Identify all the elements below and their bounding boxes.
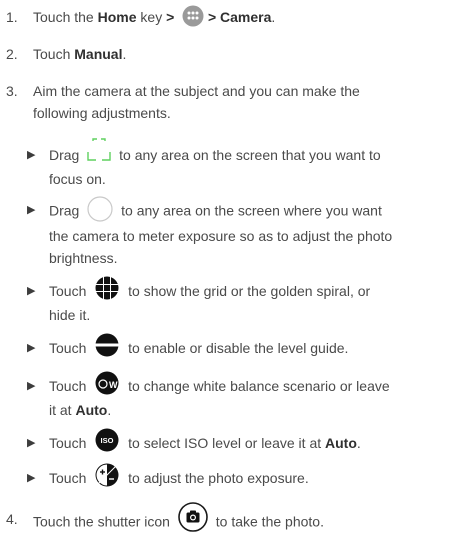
bullet-text: Touch to enable or disable the level gui… <box>49 333 455 361</box>
text-run: key <box>136 9 167 25</box>
camera-path-label: > Camera <box>204 9 272 25</box>
apps-grid-icon <box>182 5 204 27</box>
text-run: to any area on the screen that you want … <box>119 147 381 163</box>
step-number: 4. <box>6 511 18 527</box>
auto-label: Auto <box>325 435 357 451</box>
step-number: 2. <box>6 46 18 62</box>
text-run: to enable or disable the level guide. <box>128 340 349 356</box>
bullet-marker-icon: ▶ <box>27 342 36 354</box>
text-run: Touch <box>49 283 87 299</box>
step-text: Touch the Home key > > Camera. <box>33 5 457 29</box>
bullet-marker-icon: ▶ <box>27 380 36 392</box>
level-guide-icon <box>95 333 120 357</box>
white-balance-icon: W <box>95 371 119 395</box>
bullet-text: Drag to any area on the screen where you… <box>49 196 455 269</box>
iso-icon: ISO <box>95 428 119 452</box>
text-run: to select ISO level or leave it at <box>128 435 326 451</box>
arrow-separator: > <box>166 9 175 25</box>
text-run: Drag <box>49 147 80 163</box>
text-line: following adjustments. <box>33 105 171 121</box>
bullet-text: Touch to show the grid or the golden spi… <box>49 276 455 326</box>
text-run: . <box>271 9 276 25</box>
text-run: Touch the <box>33 9 98 25</box>
text-run: Touch <box>49 470 87 486</box>
step-text: Touch the shutter icon to take the photo… <box>33 502 457 538</box>
auto-label: Auto <box>75 402 108 419</box>
bullet-text: Touch W to change white balance scenario… <box>49 371 455 421</box>
step-text: Aim the camera at the subject and you ca… <box>33 80 457 124</box>
text-run: to any area on the screen where you want <box>121 202 382 219</box>
text-line: hide it. <box>49 307 91 324</box>
focus-frame-icon <box>87 138 111 162</box>
text-line: brightness. <box>49 250 118 266</box>
bullet-marker-icon: ▶ <box>27 437 36 449</box>
bullet-marker-icon: ▶ <box>27 472 36 484</box>
text-run: . <box>122 46 127 62</box>
bullet-text: Touch ISO to select ISO level or leave i… <box>49 428 455 456</box>
instructions-document: 1. Touch the Home key > > Camera. 2. Tou… <box>0 0 465 547</box>
metering-circle-icon <box>87 196 113 222</box>
text-run: Touch the shutter icon <box>33 513 170 530</box>
text-run: . <box>107 402 112 419</box>
text-run: . <box>356 435 361 451</box>
step-text: Touch Manual. <box>33 43 457 65</box>
iso-icon-text: ISO <box>101 436 114 445</box>
text-run: Touch <box>49 340 87 356</box>
shutter-camera-icon <box>178 502 208 532</box>
wb-icon-text: W <box>109 380 118 390</box>
text-line: Aim the camera at the subject and you ca… <box>33 83 360 99</box>
text-run: Touch <box>49 378 87 394</box>
text-run: Drag <box>49 202 80 219</box>
bullet-marker-icon: ▶ <box>27 204 36 216</box>
text-line: the camera to meter exposure so as to ad… <box>49 228 393 244</box>
bullet-marker-icon: ▶ <box>27 285 36 297</box>
grid-toggle-icon <box>95 276 119 300</box>
home-key-label: Home <box>97 9 137 25</box>
text-line: focus on. <box>49 171 106 188</box>
manual-label: Manual <box>74 46 123 62</box>
step-number: 1. <box>6 9 18 25</box>
text-run: to adjust the photo exposure. <box>128 470 309 486</box>
bullet-text: Drag to any area on the screen that you … <box>49 138 455 190</box>
exposure-icon <box>95 463 119 487</box>
text-run: to show the grid or the golden spiral, o… <box>128 283 371 299</box>
text-run: to change white balance scenario or leav… <box>128 378 390 394</box>
text-run: Touch <box>49 435 87 451</box>
text-run: it at <box>49 402 76 419</box>
text-run: to take the photo. <box>215 513 324 530</box>
bullet-text: Touch to adjust the photo exposure. <box>49 463 455 491</box>
bullet-marker-icon: ▶ <box>27 149 36 161</box>
step-3: 3. Aim the camera at the subject and you… <box>6 80 457 128</box>
step-number: 3. <box>6 83 18 99</box>
text-run: Touch <box>33 46 75 62</box>
